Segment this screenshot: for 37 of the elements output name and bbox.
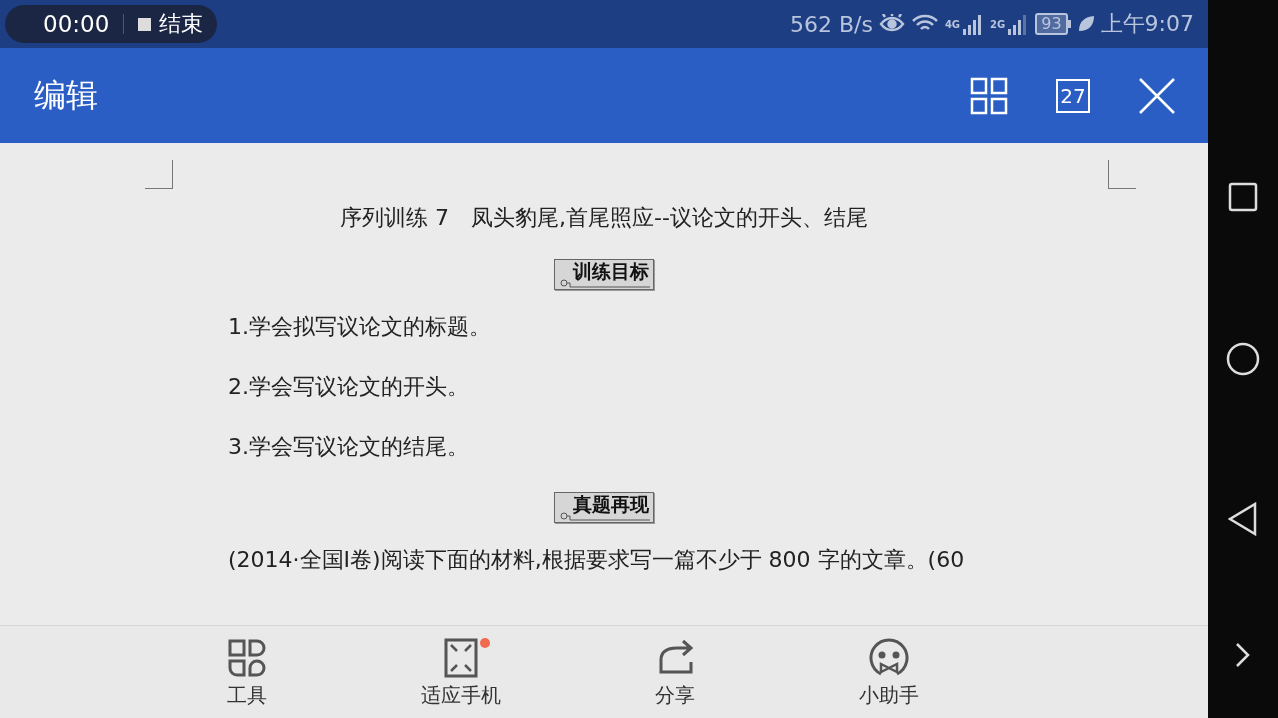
page-title: 编辑	[34, 74, 98, 116]
paragraph: (2014·全国Ⅰ卷)阅读下面的材料,根据要求写一篇不少于 800 字的文章。(60	[228, 546, 966, 574]
recents-icon[interactable]	[1228, 182, 1258, 212]
fit-screen-icon	[444, 638, 478, 678]
stop-icon	[138, 17, 152, 31]
ribbon-icon	[560, 279, 650, 289]
page-count-button[interactable]: 27	[1056, 78, 1090, 113]
smiley-icon	[869, 638, 909, 678]
home-icon[interactable]	[1226, 342, 1260, 376]
battery-indicator: 93	[1035, 13, 1068, 35]
recording-time: 00:00	[43, 11, 110, 37]
section-heading: 真题再现	[554, 492, 654, 523]
network-label: 2G	[990, 19, 1006, 30]
paragraph: 2.学会写议论文的开头。	[228, 373, 470, 401]
section-heading: 训练目标	[554, 259, 654, 290]
grid-icon[interactable]	[970, 76, 1008, 115]
apps-icon	[227, 638, 267, 678]
network-speed: 562 B/s	[789, 11, 873, 37]
paragraph: 1.学会拟写议论文的标题。	[228, 313, 492, 341]
back-icon[interactable]	[1228, 502, 1258, 536]
ribbon-icon	[560, 512, 650, 522]
leaf-icon	[1076, 15, 1095, 33]
document-title: 序列训练 7 凤头豹尾,首尾照应--议论文的开头、结尾	[340, 204, 868, 232]
crop-mark	[1108, 160, 1136, 189]
eye-icon	[878, 14, 905, 34]
recording-pill[interactable]: 00:00 结束	[5, 5, 217, 43]
toolbar-button[interactable]: 适应手机	[354, 626, 568, 718]
chevron-icon[interactable]	[1235, 642, 1251, 668]
toolbar-button[interactable]: 工具	[140, 626, 354, 718]
close-icon[interactable]	[1138, 76, 1176, 115]
toolbar-button[interactable]: 分享	[568, 626, 782, 718]
paragraph: 3.学会写议论文的结尾。	[228, 433, 470, 461]
toolbar-button[interactable]: 小助手	[782, 626, 996, 718]
network-label: 4G	[944, 19, 961, 30]
crop-mark	[145, 160, 173, 189]
clock: 上午9:07	[1100, 10, 1194, 38]
stop-label: 结束	[159, 10, 204, 38]
